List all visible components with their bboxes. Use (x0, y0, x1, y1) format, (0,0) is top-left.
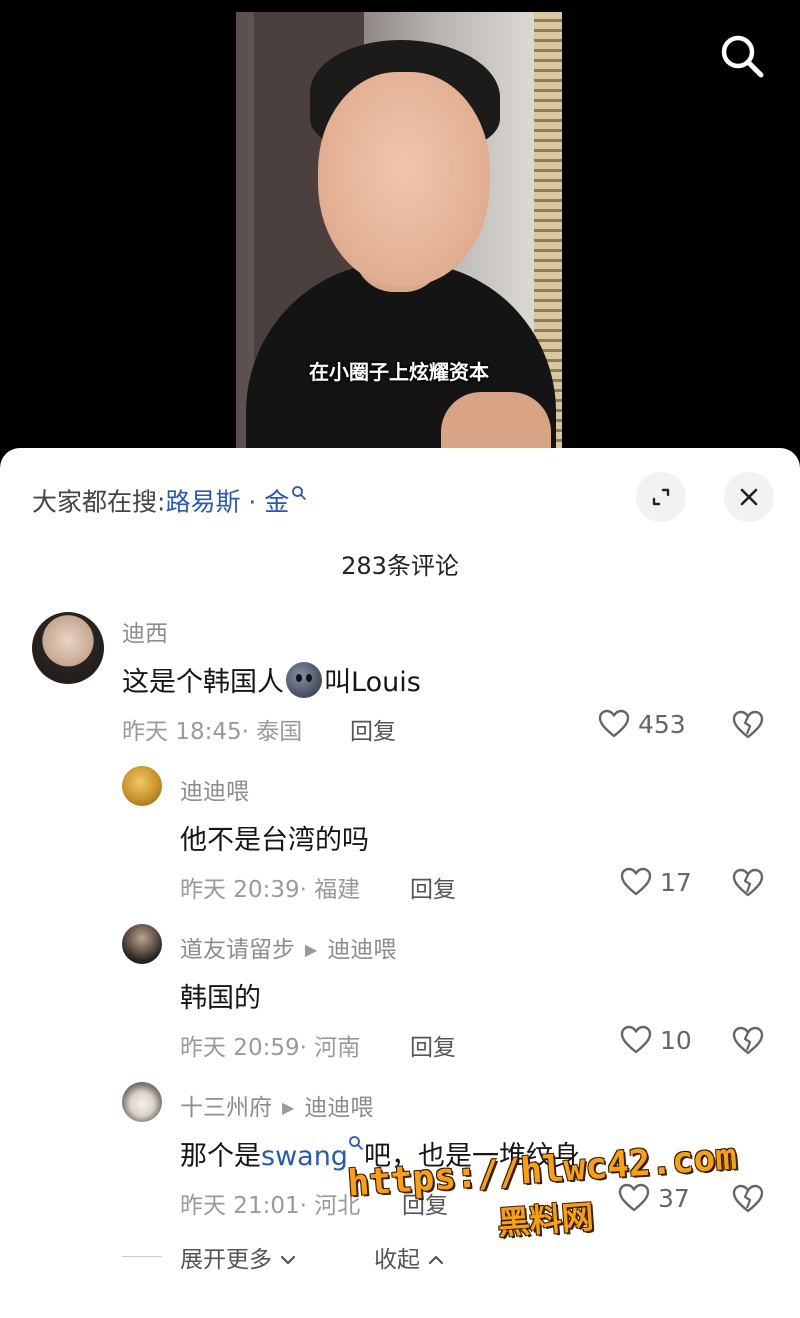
comment-meta: 昨天 20:39· 福建 (180, 870, 360, 904)
thread-divider (122, 1256, 162, 1257)
like-count: 10 (660, 1025, 692, 1055)
avatar[interactable] (32, 612, 104, 684)
chevron-up-icon (429, 1255, 444, 1265)
comment-username[interactable]: 道友请留步 ▶ 迪迪喂 (180, 930, 396, 964)
like-button[interactable]: 17 (620, 867, 692, 897)
comment-text: 这是个韩国人 叫Louis (122, 660, 421, 699)
comment-text-part: 吧，也是一堆纹身 (363, 1141, 580, 1172)
chevron-down-icon (281, 1255, 296, 1265)
comment-text: 他不是台湾的吗 (180, 825, 369, 856)
video-person-hand (441, 392, 551, 452)
comment-location: · 河南 (299, 1035, 361, 1061)
reply-target[interactable]: 迪迪喂 (327, 937, 396, 963)
search-button[interactable] (716, 30, 768, 82)
heart-icon (618, 1183, 650, 1212)
reply-author[interactable]: 道友请留步 (180, 937, 295, 963)
comment-time: 昨天 20:59 (180, 1035, 300, 1061)
reply-target[interactable]: 迪迪喂 (304, 1095, 373, 1121)
collapse-button[interactable]: 收起 (374, 1240, 445, 1274)
like-button[interactable]: 453 (598, 709, 686, 739)
reply-button[interactable]: 回复 (402, 1186, 448, 1220)
comment-username[interactable]: 迪迪喂 (180, 772, 249, 806)
reply-button[interactable]: 回复 (350, 712, 396, 746)
heart-icon (598, 709, 630, 738)
avatar[interactable] (122, 766, 162, 806)
avatar[interactable] (122, 1082, 162, 1122)
comment-text-part: 叫Louis (324, 667, 421, 698)
video-caption: 在小圈子上炫耀资本 (309, 362, 489, 384)
avatar[interactable] (122, 924, 162, 964)
reply-arrow-icon: ▶ (282, 1098, 295, 1117)
small-search-icon (349, 1136, 363, 1150)
reply-button[interactable]: 回复 (410, 870, 456, 904)
comment-text-part: 这是个韩国人 (122, 667, 284, 698)
reply-button[interactable]: 回复 (410, 1028, 456, 1062)
comment-time: 昨天 20:39 (180, 877, 300, 903)
broken-heart-icon[interactable] (732, 1184, 764, 1214)
comment-location: · 河北 (299, 1193, 361, 1219)
expand-more-label: 展开更多 (180, 1247, 272, 1273)
comment-meta: 昨天 21:01· 河北 (180, 1186, 360, 1220)
reply-thread-controls: 展开更多 收起 (0, 1238, 800, 1278)
comment-meta: 昨天 20:59· 河南 (180, 1028, 360, 1062)
like-count: 37 (658, 1183, 690, 1213)
like-count: 453 (638, 709, 686, 739)
comment-time: 昨天 21:01 (180, 1193, 300, 1219)
expand-more-button[interactable]: 展开更多 (180, 1240, 297, 1274)
reply-arrow-icon: ▶ (305, 940, 318, 959)
comment-text-part: 那个是 (180, 1141, 261, 1172)
reply-item: 道友请留步 ▶ 迪迪喂 韩国的 昨天 20:59· 河南 回复 10 (0, 906, 800, 1066)
reply-item: 十三州府 ▶ 迪迪喂 那个是swang 吧，也是一堆纹身 昨天 21:01· 河北 回… (0, 1064, 800, 1224)
comment-text: 那个是swang 吧，也是一堆纹身 (180, 1134, 580, 1173)
like-count: 17 (660, 867, 692, 897)
video-frame (236, 12, 562, 452)
search-keyword-link[interactable]: swang (261, 1141, 348, 1172)
heart-icon (620, 1025, 652, 1054)
broken-heart-icon[interactable] (732, 868, 764, 898)
broken-heart-icon[interactable] (732, 710, 764, 740)
heart-icon (620, 867, 652, 896)
comment-meta: 昨天 18:45· 泰国 (122, 712, 302, 746)
reply-author[interactable]: 十三州府 (180, 1095, 272, 1121)
comment-location: · 泰国 (241, 719, 303, 745)
comment-username[interactable]: 十三州府 ▶ 迪迪喂 (180, 1088, 373, 1122)
collapse-label: 收起 (374, 1247, 420, 1273)
like-button[interactable]: 37 (618, 1183, 690, 1213)
reply-item: 迪迪喂 他不是台湾的吗 昨天 20:39· 福建 回复 17 (0, 748, 800, 908)
video-player[interactable]: 在小圈子上炫耀资本 (0, 0, 800, 470)
comment-text: 韩国的 (180, 983, 261, 1014)
video-person-face (318, 72, 490, 286)
search-icon (721, 35, 764, 78)
blob-face-emoji (286, 662, 322, 698)
comment-username[interactable]: 迪西 (122, 614, 168, 648)
comment-item: 迪西 这是个韩国人 叫Louis 昨天 18:45· 泰国 回复 453 (0, 448, 800, 748)
comment-sheet: 大家都在搜:路易斯 · 金 283条评论 迪西 这是个韩国人 叫Louis 昨天 … (0, 448, 800, 1318)
comment-time: 昨天 18:45 (122, 719, 242, 745)
comment-location: · 福建 (299, 877, 361, 903)
like-button[interactable]: 10 (620, 1025, 692, 1055)
broken-heart-icon[interactable] (732, 1026, 764, 1056)
